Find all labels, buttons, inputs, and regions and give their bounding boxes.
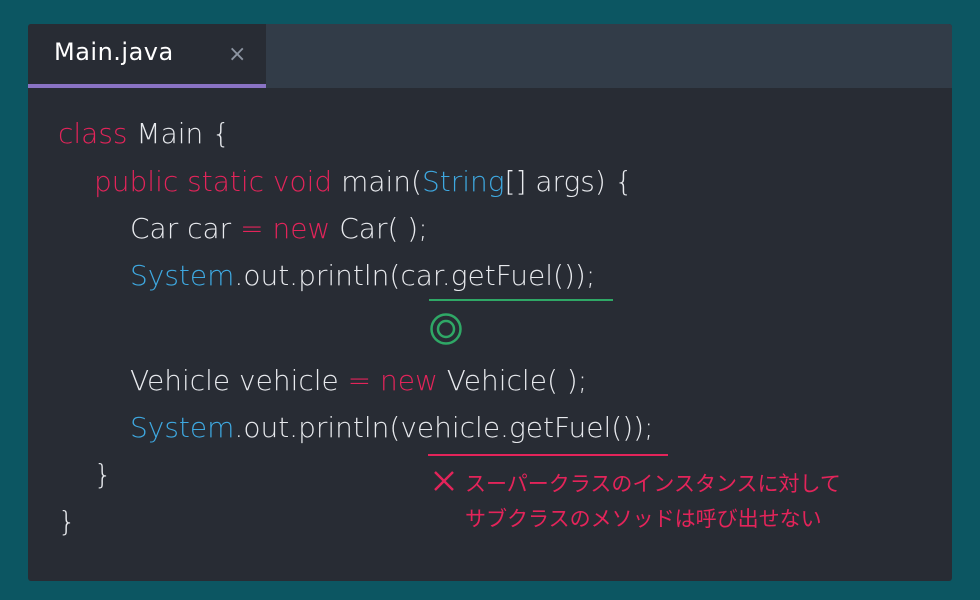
code-line-4: System.out.println(car.getFuel()); [130, 256, 595, 296]
keyword: new [371, 364, 438, 397]
code-text: main( [332, 165, 422, 198]
code-text: .out.println(vehicle.getFuel()); [234, 411, 654, 444]
code-text: Main { [127, 117, 230, 150]
error-note-line-2: サブクラスのメソッドは呼び出せない [465, 507, 822, 531]
code-line-2: public static void main(String[] args) { [94, 162, 633, 202]
code-line-7: System.out.println(vehicle.getFuel()); [130, 408, 653, 448]
code-line-8: } [94, 455, 112, 495]
closing-brace: } [94, 458, 112, 491]
tab-main-java[interactable]: Main.java × [28, 24, 266, 88]
double-circle-icon [430, 313, 462, 345]
error-note-line-1: スーパークラスのインスタンスに対して [465, 472, 841, 496]
tab-title: Main.java [54, 38, 174, 66]
code-line-1: class Main { [58, 114, 230, 154]
code-line-6: Vehicle vehicle = new Vehicle( ); [130, 361, 587, 401]
keyword: public static void [94, 165, 333, 198]
close-icon[interactable]: × [228, 42, 246, 67]
code-text: Car car [130, 212, 241, 245]
type-name: System [130, 259, 235, 292]
keyword: class [58, 117, 128, 150]
code-text: Vehicle( ); [437, 364, 588, 397]
code-area[interactable]: class Main { public static void main(Str… [28, 24, 653, 581]
operator: = [240, 212, 264, 245]
type-name: System [130, 411, 235, 444]
closing-brace: } [58, 505, 76, 538]
code-line-9: } [58, 502, 76, 542]
tab-bar: Main.java × [28, 24, 952, 88]
code-text: .out.println(car.getFuel()); [234, 259, 596, 292]
code-text: Car( ); [330, 212, 428, 245]
ok-underline [429, 299, 613, 301]
editor-window: Main.java × class Main { public static v… [28, 24, 952, 581]
code-line-3: Car car = new Car( ); [130, 209, 428, 249]
code-text: [] args) { [504, 165, 633, 198]
code-text: Vehicle vehicle [130, 364, 348, 397]
keyword: new [263, 212, 331, 245]
cross-icon [434, 471, 454, 491]
operator: = [347, 364, 372, 397]
type-name: String [421, 165, 505, 198]
error-underline [428, 454, 668, 456]
